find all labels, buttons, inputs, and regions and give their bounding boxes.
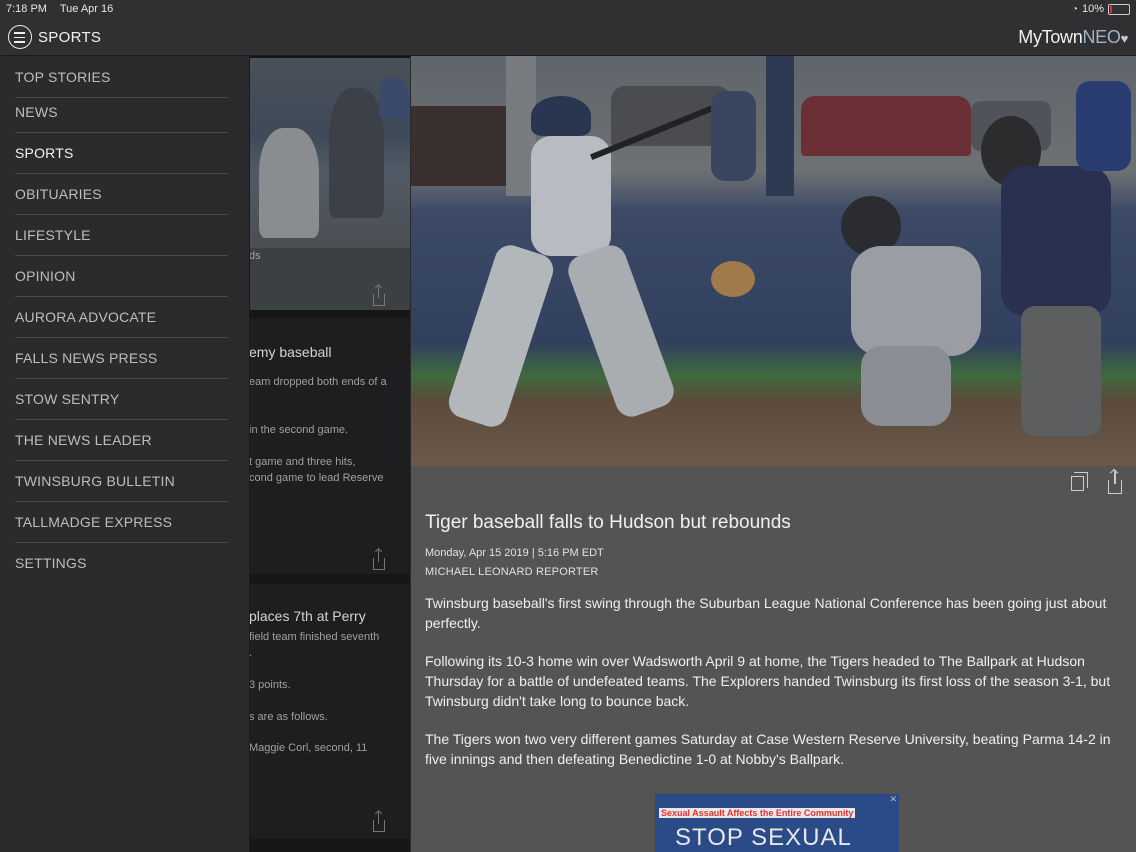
brand-logo-text: MyTown (1018, 27, 1083, 47)
drawer-item-tallmadge-express[interactable]: TALLMADGE EXPRESS (15, 501, 228, 543)
drawer-item-lifestyle[interactable]: LIFESTYLE (15, 214, 228, 256)
story-snippet: eam dropped both ends of a (249, 376, 387, 388)
status-date: Tue Apr 16 (59, 3, 114, 15)
article-byline: MICHAEL LEONARD REPORTER (425, 566, 599, 578)
advertisement-banner[interactable]: Sexual Assault Affects the Entire Commun… (655, 794, 899, 852)
copy-icon[interactable] (1071, 472, 1088, 491)
drawer-item-label: TWINSBURG BULLETIN (15, 473, 175, 489)
drawer-item-opinion[interactable]: OPINION (15, 255, 228, 297)
drawer-item-label: SETTINGS (15, 555, 87, 571)
article-paragraph: The Tigers won two very different games … (425, 731, 1111, 767)
drawer-item-obituaries[interactable]: OBITUARIES (15, 173, 228, 215)
drawer-item-label: LIFESTYLE (15, 227, 91, 243)
battery-percent: 10% (1081, 3, 1104, 15)
ad-headline: STOP SEXUAL ASSAULT (675, 824, 851, 851)
section-title: SPORTS (38, 29, 102, 46)
drawer-item-label: STOW SENTRY (15, 391, 120, 407)
brand-logo[interactable]: MyTownNEO♥ (1018, 27, 1128, 48)
navigation-drawer: TOP STORIES NEWS SPORTS OBITUARIES LIFES… (0, 56, 250, 852)
drawer-item-settings[interactable]: SETTINGS (15, 542, 228, 583)
drawer-item-stow-sentry[interactable]: STOW SENTRY (15, 378, 228, 420)
story-snippet: Maggie Corl, second, 11 (249, 742, 368, 754)
story-snippet: field team finished seventh (249, 631, 380, 643)
story-headline: emy baseball (249, 344, 332, 360)
drawer-item-falls-news-press[interactable]: FALLS NEWS PRESS (15, 337, 228, 379)
article-paragraph: Twinsburg baseball's first swing through… (425, 595, 1107, 631)
article-date: Monday, Apr 15 2019 | 5:16 PM EDT (425, 547, 604, 559)
drawer-item-label: AURORA ADVOCATE (15, 309, 157, 325)
story-card[interactable]: ds (249, 248, 410, 310)
share-icon[interactable] (373, 812, 385, 832)
brand-logo-accent: NEO (1082, 27, 1121, 47)
article-paragraph: Following its 10-3 home win over Wadswor… (425, 653, 1111, 709)
drawer-item-aurora-advocate[interactable]: AURORA ADVOCATE (15, 296, 228, 338)
story-snippet: cond game to lead Reserve (249, 472, 384, 484)
wifi-icon: ◔ (1071, 3, 1078, 15)
battery-icon (1108, 3, 1130, 15)
drawer-item-the-news-leader[interactable]: THE NEWS LEADER (15, 419, 228, 461)
article-list: ds emy baseball eam dropped both ends of… (249, 56, 410, 852)
article-hero-image (411, 56, 1136, 466)
heart-icon: ♥ (1120, 31, 1129, 46)
ad-tagline: Sexual Assault Affects the Entire Commun… (659, 808, 856, 818)
share-icon[interactable] (1108, 470, 1122, 494)
status-bar: 7:18 PM Tue Apr 16 ◔ 10% (0, 0, 1136, 18)
share-icon[interactable] (373, 286, 385, 306)
menu-icon[interactable] (8, 25, 32, 49)
story-card[interactable]: emy baseball eam dropped both ends of a … (249, 318, 410, 574)
story-snippet: in the second game. (249, 424, 349, 436)
story-headline: places 7th at Perry (249, 608, 366, 624)
drawer-item-label: OBITUARIES (15, 186, 102, 202)
drawer-item-label: THE NEWS LEADER (15, 432, 152, 448)
drawer-item-sports[interactable]: SPORTS (15, 132, 228, 174)
story-snippet: s are as follows. (249, 711, 328, 723)
drawer-item-label: NEWS (15, 104, 58, 120)
article-headline: Tiger baseball falls to Hudson but rebou… (425, 512, 791, 533)
share-icon[interactable] (373, 550, 385, 570)
ad-close-icon[interactable]: ✕ (889, 794, 897, 805)
story-snippet: t game and three hits, (249, 456, 356, 468)
article-view: Tiger baseball falls to Hudson but rebou… (411, 56, 1136, 852)
drawer-item-twinsburg-bulletin[interactable]: TWINSBURG BULLETIN (15, 460, 228, 502)
story-snippet: 3 points. (249, 679, 291, 691)
status-time: 7:18 PM (6, 3, 47, 15)
drawer-item-news[interactable]: NEWS (15, 91, 228, 133)
drawer-item-label: OPINION (15, 268, 76, 284)
story-snippet: ds (249, 250, 261, 262)
drawer-item-label: FALLS NEWS PRESS (15, 350, 158, 366)
drawer-item-label: SPORTS (15, 145, 74, 161)
drawer-item-label: TALLMADGE EXPRESS (15, 514, 173, 530)
story-thumbnail[interactable] (249, 58, 410, 248)
story-card[interactable]: places 7th at Perry field team finished … (249, 584, 410, 839)
drawer-item-label: TOP STORIES (15, 69, 111, 85)
top-navigation-bar: SPORTS MyTownNEO♥ (0, 18, 1136, 56)
